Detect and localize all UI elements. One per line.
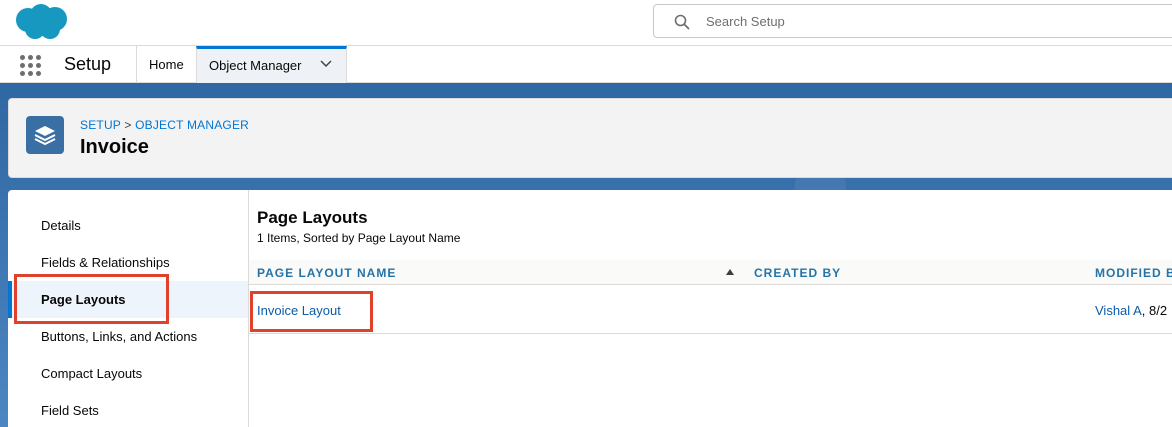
table-row: Invoice Layout Vishal A, 8/2 xyxy=(249,286,1172,334)
sidebar-item-details[interactable]: Details xyxy=(8,207,248,244)
modified-by-user-link[interactable]: Vishal A xyxy=(1095,303,1142,318)
table-header: PAGE LAYOUT NAME CREATED BY MODIFIED B xyxy=(249,260,1172,285)
search-box[interactable] xyxy=(653,4,1172,38)
sidebar-item-page-layouts[interactable]: Page Layouts xyxy=(8,281,248,318)
section-subtitle: 1 Items, Sorted by Page Layout Name xyxy=(257,231,461,245)
layers-icon xyxy=(26,116,64,154)
page-title: Invoice xyxy=(80,136,149,158)
salesforce-logo-icon[interactable] xyxy=(10,2,72,42)
chevron-down-icon[interactable] xyxy=(320,60,332,68)
sidebar-item-buttons-links-actions[interactable]: Buttons, Links, and Actions xyxy=(8,318,248,355)
page-layout-link[interactable]: Invoice Layout xyxy=(257,303,341,318)
modified-date: , 8/2 xyxy=(1141,303,1168,318)
app-launcher-icon[interactable] xyxy=(20,55,42,77)
search-icon xyxy=(674,14,690,30)
tab-object-manager[interactable]: Object Manager xyxy=(196,46,347,83)
object-header: SETUP > OBJECT MANAGER Invoice xyxy=(8,98,1172,178)
search-input[interactable] xyxy=(706,5,1146,37)
content-panel: Details Fields & Relationships Page Layo… xyxy=(8,190,1172,427)
global-header xyxy=(0,0,1172,46)
breadcrumb-separator: > xyxy=(124,118,132,132)
breadcrumb: SETUP > OBJECT MANAGER xyxy=(80,118,249,132)
main-panel: Page Layouts 1 Items, Sorted by Page Lay… xyxy=(249,190,1172,427)
column-header-modified-by[interactable]: MODIFIED B xyxy=(1095,266,1172,280)
tab-object-manager-label: Object Manager xyxy=(209,58,302,73)
sort-ascending-icon[interactable] xyxy=(726,269,734,275)
sidebar-item-field-sets[interactable]: Field Sets xyxy=(8,392,248,427)
context-bar: Setup Home Object Manager xyxy=(0,46,1172,83)
section-title: Page Layouts xyxy=(257,208,368,227)
sidebar: Details Fields & Relationships Page Layo… xyxy=(8,190,249,427)
app-name: Setup xyxy=(64,54,112,74)
sidebar-item-compact-layouts[interactable]: Compact Layouts xyxy=(8,355,248,392)
tab-home[interactable]: Home xyxy=(136,46,197,83)
sidebar-item-fields-relationships[interactable]: Fields & Relationships xyxy=(8,244,248,281)
breadcrumb-object-manager[interactable]: OBJECT MANAGER xyxy=(135,118,249,132)
modified-by-cell: Vishal A, 8/2 xyxy=(1095,303,1167,318)
breadcrumb-setup[interactable]: SETUP xyxy=(80,118,121,132)
column-header-created-by[interactable]: CREATED BY xyxy=(754,266,841,280)
column-header-page-layout-name[interactable]: PAGE LAYOUT NAME xyxy=(257,266,396,280)
